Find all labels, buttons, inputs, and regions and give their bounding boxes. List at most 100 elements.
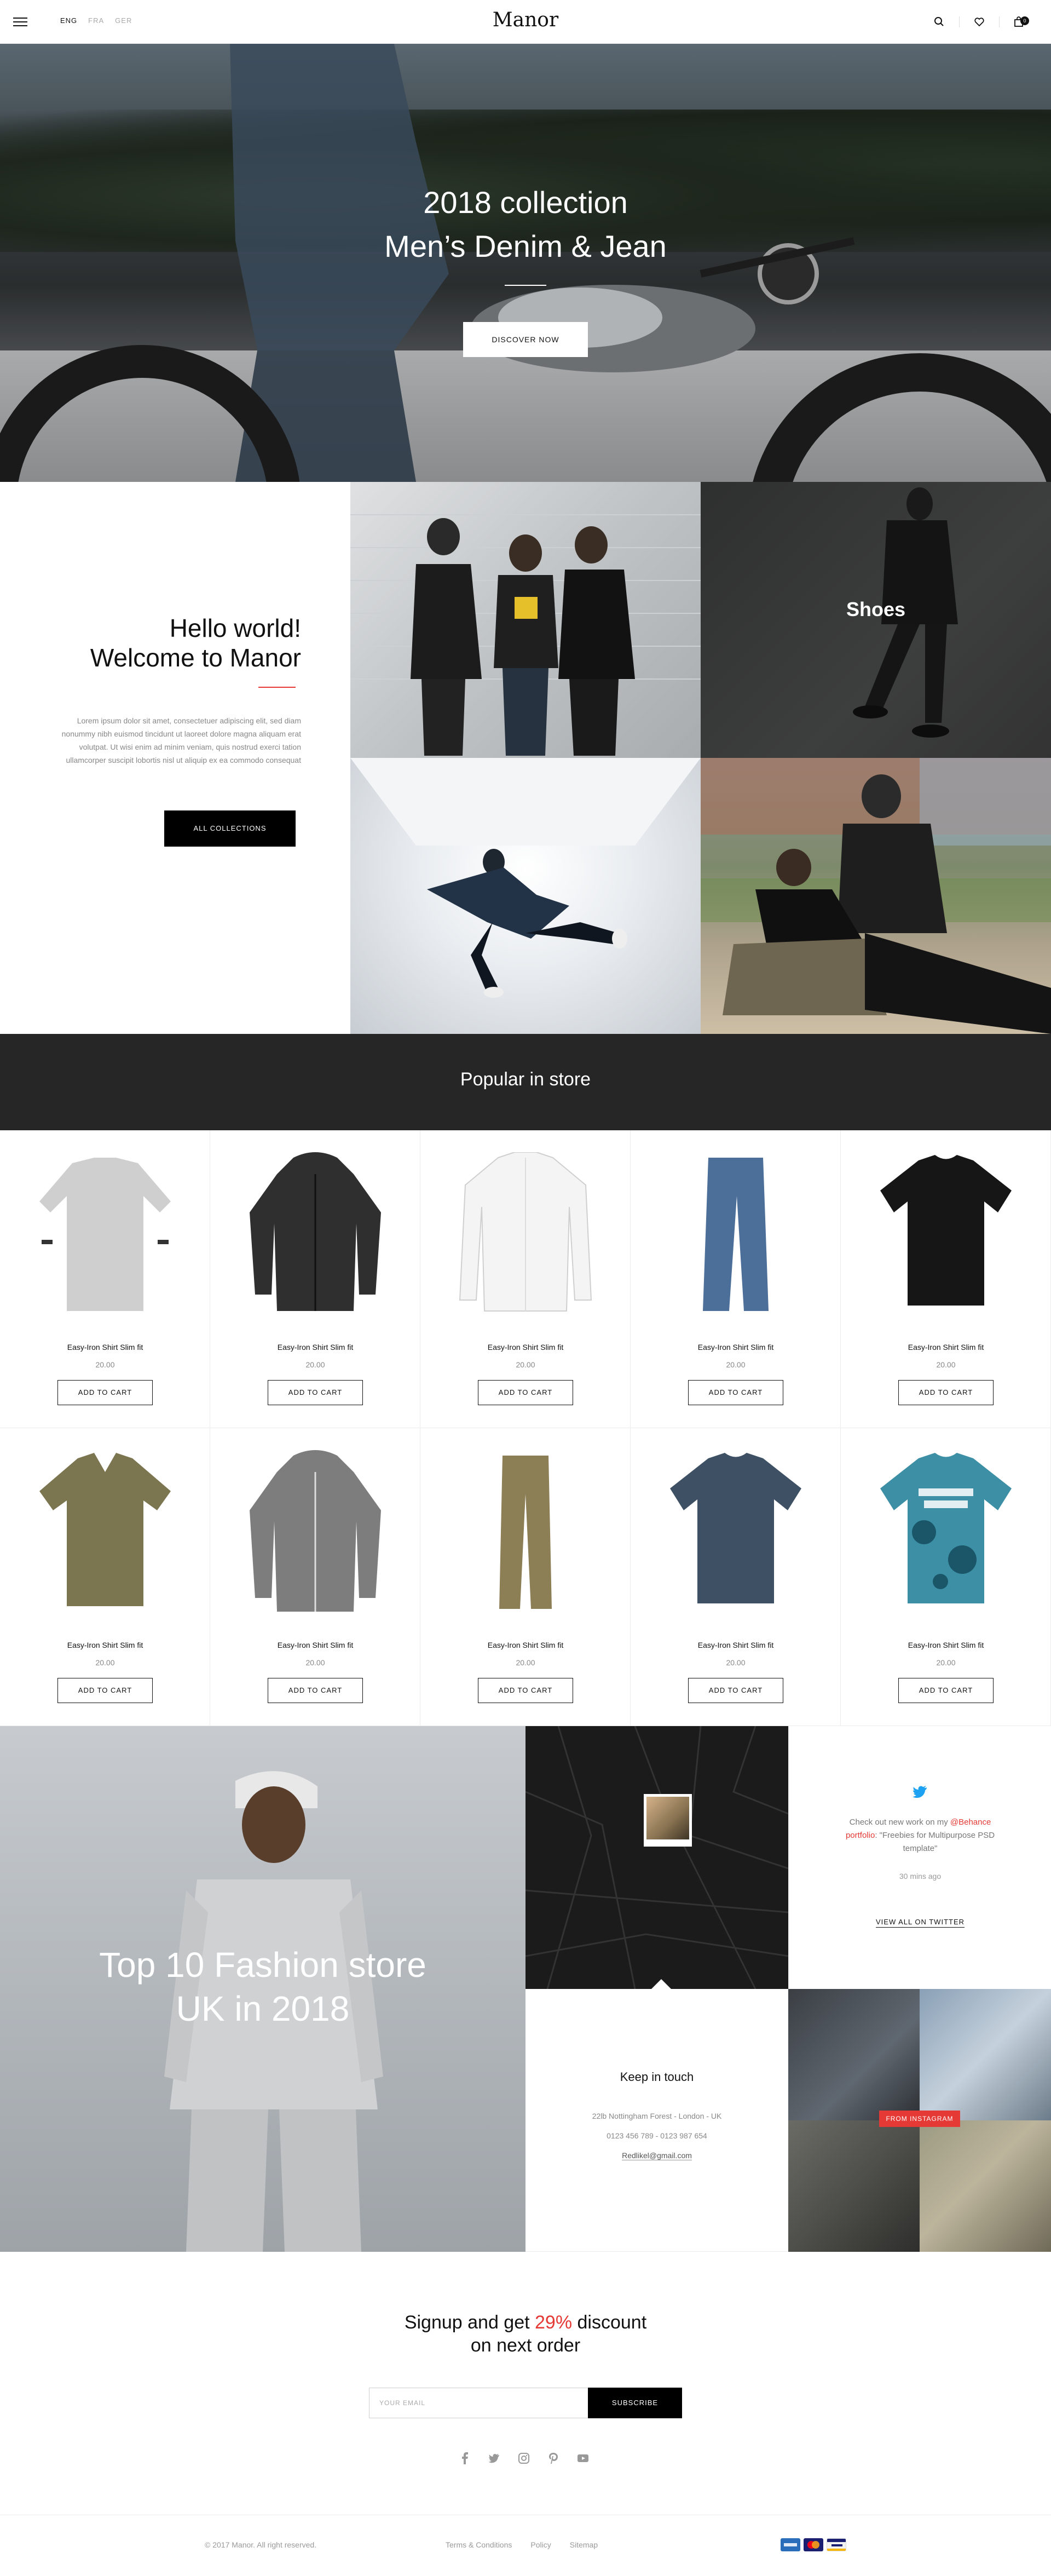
add-to-cart-button[interactable]: ADD TO CART (57, 1678, 153, 1703)
visa-icon (827, 2538, 846, 2551)
product-image[interactable] (875, 1152, 1017, 1316)
product-image[interactable] (34, 1450, 176, 1614)
product-name[interactable]: Easy-Iron Shirt Slim fit (631, 1343, 841, 1352)
tweet-text-after: : "Freebies for Multipurpose PSD templat… (875, 1831, 995, 1853)
tweet-portfolio-link[interactable]: portfolio (846, 1831, 875, 1840)
terms-link[interactable]: Terms & Conditions (446, 2540, 512, 2549)
view-all-twitter-link[interactable]: VIEW ALL ON TWITTER (789, 1918, 1051, 1928)
add-to-cart-button[interactable]: ADD TO CART (478, 1678, 573, 1703)
map-streets (526, 1726, 788, 1989)
instagram-photo-2[interactable] (920, 1989, 1051, 2120)
product-card[interactable]: Easy-Iron Shirt Slim fit 20.00 ADD TO CART (631, 1428, 841, 1726)
product-name[interactable]: Easy-Iron Shirt Slim fit (210, 1641, 420, 1649)
site-logo[interactable]: Manor (0, 9, 1051, 31)
site-header: ENG FRA GER Manor 0 (0, 0, 1051, 44)
collection-tile-shoes[interactable]: Shoes (701, 482, 1051, 758)
product-image[interactable] (665, 1152, 807, 1316)
subscribe-button[interactable]: SUBSCRIBE (588, 2388, 682, 2418)
map-location-pin[interactable] (644, 1794, 692, 1847)
divider (959, 16, 960, 27)
tweet-handle-link[interactable]: @Behance (950, 1818, 991, 1827)
email-input[interactable] (369, 2388, 588, 2418)
product-card[interactable]: Easy-Iron Shirt Slim fit 20.00 ADD TO CART (210, 1130, 420, 1428)
fashion-title-line2: UK in 2018 (176, 1989, 350, 2028)
contact-email-link[interactable]: Redlikel@gmail.com (622, 2151, 692, 2160)
pinterest-icon[interactable] (546, 2451, 561, 2465)
newsletter-signup: Signup and get 29% discount on next orde… (0, 2252, 1051, 2515)
instagram-icon[interactable] (517, 2451, 531, 2465)
instagram-photo-4[interactable] (920, 2120, 1051, 2252)
product-name[interactable]: Easy-Iron Shirt Slim fit (841, 1343, 1051, 1352)
add-to-cart-button[interactable]: ADD TO CART (268, 1678, 363, 1703)
welcome-title: Hello world! Welcome to Manor (27, 613, 301, 672)
black-hoodie-image (250, 1152, 381, 1311)
contact-title: Keep in touch (620, 2070, 694, 2084)
cart-icon[interactable]: 0 (1012, 14, 1029, 30)
product-name[interactable]: Easy-Iron Shirt Slim fit (841, 1641, 1051, 1649)
search-icon[interactable] (932, 14, 947, 30)
view-all-twitter-label[interactable]: VIEW ALL ON TWITTER (875, 1918, 965, 1928)
map-caret (651, 1979, 671, 1989)
product-image[interactable] (244, 1152, 386, 1316)
signup-title-line1: Signup and get 29% discount (0, 2311, 1051, 2334)
product-image[interactable] (454, 1450, 597, 1614)
product-card[interactable]: Easy-Iron Shirt Slim fit 20.00 ADD TO CART (420, 1130, 631, 1428)
navy-tshirt-image (670, 1453, 801, 1603)
product-name[interactable]: Easy-Iron Shirt Slim fit (420, 1641, 631, 1649)
from-instagram-badge: FROM INSTAGRAM (879, 2111, 960, 2127)
product-name[interactable]: Easy-Iron Shirt Slim fit (210, 1343, 420, 1352)
fashion-title-line1: Top 10 Fashion store (99, 1945, 426, 1985)
product-card[interactable]: Easy-Iron Shirt Slim fit 20.00 ADD TO CART (210, 1428, 420, 1726)
collection-tile-jump[interactable] (350, 758, 701, 1034)
product-image[interactable] (665, 1450, 807, 1614)
add-to-cart-button[interactable]: ADD TO CART (688, 1380, 783, 1405)
product-card[interactable]: Easy-Iron Shirt Slim fit 20.00 ADD TO CART (0, 1428, 210, 1726)
collection-tile-group-photo[interactable] (350, 482, 701, 758)
product-image[interactable] (454, 1152, 597, 1316)
welcome-text: Lorem ipsum dolor sit amet, consectetuer… (61, 716, 301, 764)
product-image[interactable] (244, 1450, 386, 1614)
product-card[interactable]: Easy-Iron Shirt Slim fit 20.00 ADD TO CART (631, 1130, 841, 1428)
add-to-cart-button[interactable]: ADD TO CART (478, 1380, 573, 1405)
facebook-icon[interactable] (458, 2451, 472, 2465)
product-card[interactable]: Easy-Iron Shirt Slim fit 20.00 ADD TO CART (420, 1428, 631, 1726)
hero-banner: 2018 collection Men’s Denim & Jean DISCO… (0, 44, 1051, 482)
footer-links: Terms & Conditions Policy Sitemap (446, 2540, 598, 2549)
couple-photo-image (701, 758, 1051, 1034)
product-price: 20.00 (305, 1360, 325, 1369)
add-to-cart-button[interactable]: ADD TO CART (898, 1380, 994, 1405)
product-name[interactable]: Easy-Iron Shirt Slim fit (631, 1641, 841, 1649)
product-card[interactable]: Easy-Iron Shirt Slim fit 20.00 ADD TO CART (841, 1130, 1051, 1428)
twitter-icon[interactable] (487, 2451, 501, 2465)
policy-link[interactable]: Policy (530, 2540, 551, 2549)
twitter-feed: Check out new work on my @Behance portfol… (788, 1726, 1051, 1989)
instagram-photo-1[interactable] (788, 1989, 920, 2120)
product-name[interactable]: Easy-Iron Shirt Slim fit (420, 1343, 631, 1352)
all-collections-button[interactable]: ALL COLLECTIONS (164, 810, 296, 847)
white-shirt-image (459, 1152, 592, 1312)
sitemap-link[interactable]: Sitemap (570, 2540, 598, 2549)
collection-tile-couple[interactable] (701, 758, 1051, 1034)
amex-icon (781, 2538, 800, 2551)
product-name[interactable]: Easy-Iron Shirt Slim fit (0, 1343, 210, 1352)
add-to-cart-button[interactable]: ADD TO CART (57, 1380, 153, 1405)
heart-icon[interactable] (972, 14, 987, 30)
instagram-grid[interactable]: FROM INSTAGRAM (788, 1989, 1051, 2252)
add-to-cart-button[interactable]: ADD TO CART (268, 1380, 363, 1405)
instagram-photo-3[interactable] (788, 2120, 920, 2252)
add-to-cart-button[interactable]: ADD TO CART (898, 1678, 994, 1703)
product-image[interactable] (875, 1450, 1017, 1614)
product-name[interactable]: Easy-Iron Shirt Slim fit (0, 1641, 210, 1649)
product-card[interactable]: Easy-Iron Shirt Slim fit 20.00 ADD TO CART (841, 1428, 1051, 1726)
product-image[interactable] (34, 1152, 176, 1316)
product-price: 20.00 (726, 1360, 746, 1369)
store-map[interactable] (526, 1726, 788, 1989)
shoes-label: Shoes (846, 598, 906, 620)
product-price: 20.00 (305, 1658, 325, 1667)
mastercard-icon (804, 2538, 823, 2551)
add-to-cart-button[interactable]: ADD TO CART (688, 1678, 783, 1703)
group-photo-image (350, 514, 701, 756)
discover-now-button[interactable]: DISCOVER NOW (463, 322, 588, 357)
youtube-icon[interactable] (576, 2451, 590, 2465)
product-card[interactable]: Easy-Iron Shirt Slim fit 20.00 ADD TO CART (0, 1130, 210, 1428)
